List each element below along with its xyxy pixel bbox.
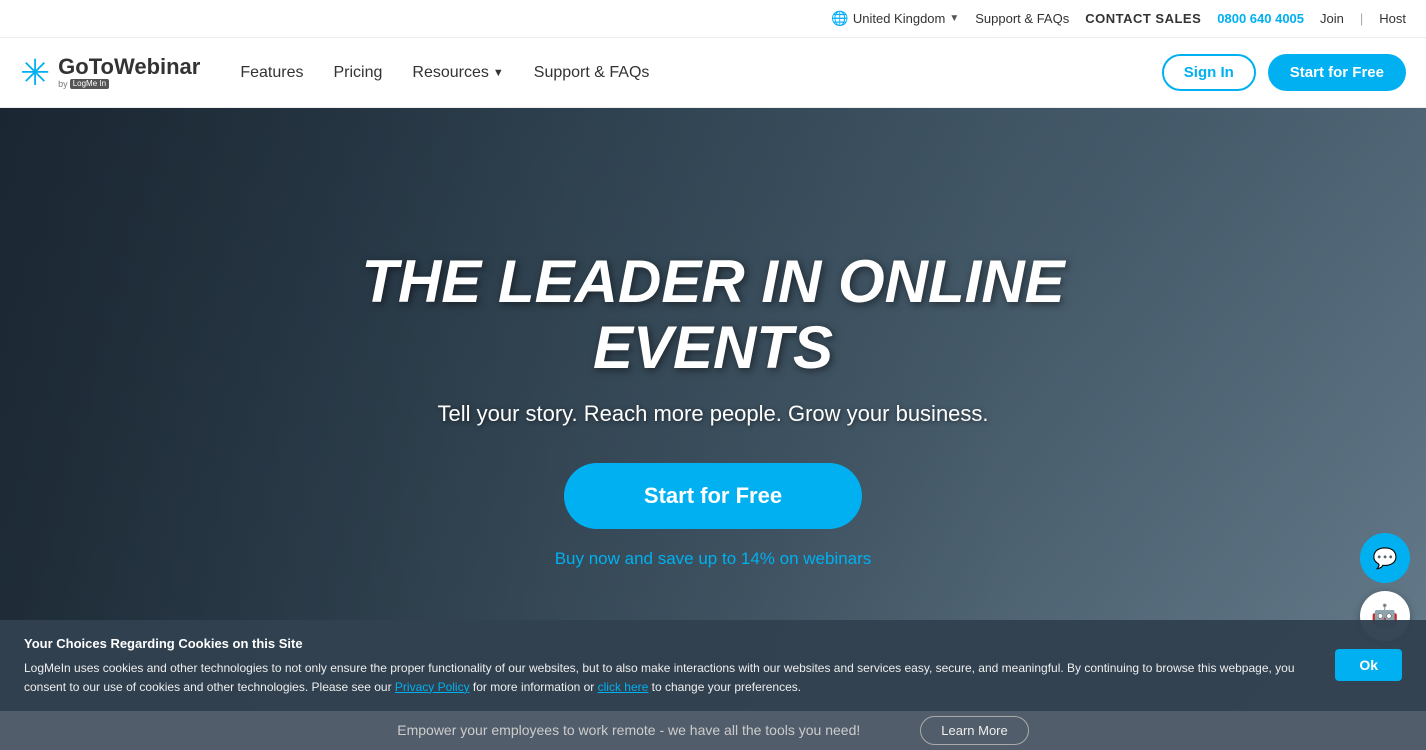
logo-brand: GoToWebinar bbox=[58, 56, 200, 78]
resources-label: Resources bbox=[412, 64, 488, 82]
click-here-link[interactable]: click here bbox=[598, 680, 649, 694]
hero-save-link[interactable]: Buy now and save up to 14% on webinars bbox=[333, 549, 1093, 569]
logo-text: GoToWebinar by LogMe In bbox=[58, 56, 200, 89]
nav-features[interactable]: Features bbox=[240, 64, 303, 82]
logo-icon: ✳ bbox=[20, 55, 50, 91]
learn-more-button[interactable]: Learn More bbox=[920, 716, 1028, 745]
resources-chevron-icon: ▼ bbox=[493, 67, 504, 79]
cookie-banner: Your Choices Regarding Cookies on this S… bbox=[0, 620, 1426, 711]
top-bar: 🌐 United Kingdom ▼ Support & FAQs CONTAC… bbox=[0, 0, 1426, 38]
signin-button[interactable]: Sign In bbox=[1162, 54, 1256, 91]
bottom-bar: Empower your employees to work remote - … bbox=[0, 710, 1426, 750]
support-faqs-link[interactable]: Support & FAQs bbox=[975, 11, 1069, 26]
hero-title: THE LEADER IN ONLINE EVENTS bbox=[333, 249, 1093, 381]
privacy-policy-link[interactable]: Privacy Policy bbox=[395, 680, 470, 694]
nav-resources[interactable]: Resources ▼ bbox=[412, 64, 503, 82]
nav-actions: Sign In Start for Free bbox=[1162, 54, 1406, 91]
cookie-title: Your Choices Regarding Cookies on this S… bbox=[24, 634, 1315, 655]
logo-goto: GoTo bbox=[58, 54, 114, 79]
by-text: by bbox=[58, 80, 68, 89]
join-link[interactable]: Join bbox=[1320, 11, 1344, 26]
phone-link[interactable]: 0800 640 4005 bbox=[1217, 11, 1304, 26]
region-selector[interactable]: 🌐 United Kingdom ▼ bbox=[831, 10, 959, 27]
contact-sales-label: CONTACT SALES bbox=[1085, 11, 1201, 26]
logo-webinar: Webinar bbox=[114, 54, 200, 79]
cookie-body: LogMeIn uses cookies and other technolog… bbox=[24, 659, 1315, 697]
host-link[interactable]: Host bbox=[1379, 11, 1406, 26]
chat-bubble-icon[interactable]: 💬 bbox=[1360, 533, 1410, 583]
region-label: United Kingdom bbox=[853, 11, 946, 26]
hero-subtitle: Tell your story. Reach more people. Grow… bbox=[333, 401, 1093, 427]
globe-icon: 🌐 bbox=[831, 10, 848, 27]
logmein-badge: LogMe In bbox=[70, 79, 109, 89]
logo-by: by LogMe In bbox=[58, 79, 200, 89]
cookie-end: to change your preferences. bbox=[648, 680, 801, 694]
nav-links: Features Pricing Resources ▼ Support & F… bbox=[240, 64, 1161, 82]
chevron-down-icon: ▼ bbox=[949, 13, 959, 24]
navbar: ✳ GoToWebinar by LogMe In Features Prici… bbox=[0, 38, 1426, 108]
start-free-button[interactable]: Start for Free bbox=[1268, 54, 1406, 91]
bottom-bar-text: Empower your employees to work remote - … bbox=[397, 722, 860, 738]
cookie-ok-button[interactable]: Ok bbox=[1335, 649, 1402, 681]
separator: | bbox=[1360, 11, 1363, 26]
nav-pricing[interactable]: Pricing bbox=[334, 64, 383, 82]
logo-link[interactable]: ✳ GoToWebinar by LogMe In bbox=[20, 55, 200, 91]
nav-support-faqs[interactable]: Support & FAQs bbox=[534, 64, 650, 82]
cookie-middle: for more information or bbox=[470, 680, 598, 694]
cookie-text: Your Choices Regarding Cookies on this S… bbox=[24, 634, 1315, 697]
hero-content: THE LEADER IN ONLINE EVENTS Tell your st… bbox=[313, 229, 1113, 589]
hero-cta-button[interactable]: Start for Free bbox=[564, 463, 862, 529]
